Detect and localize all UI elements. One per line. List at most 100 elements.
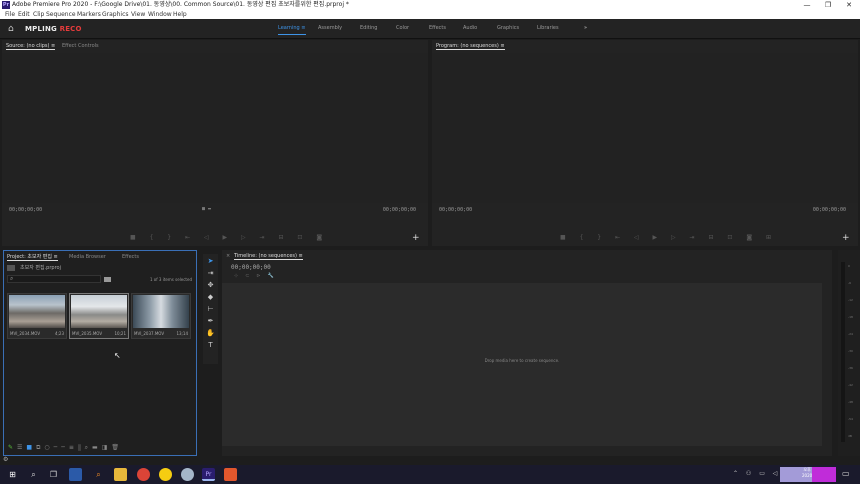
search-icon[interactable]: ⌕ <box>27 468 40 481</box>
program-monitor-panel: Program: (no sequences) ≡ 00;00;00;00 00… <box>432 40 858 246</box>
chrome-icon[interactable] <box>137 468 150 481</box>
status-bar: ⚙ <box>0 456 860 465</box>
project-item[interactable]: MVI_2037.MOV 13;14 <box>131 293 191 339</box>
project-item[interactable]: MVI_2035.MOV 10;21 <box>69 293 129 339</box>
settings-wrench-icon[interactable]: 🔧 <box>268 273 281 279</box>
tab-effects[interactable]: Effects <box>122 251 139 263</box>
selection-tool-icon[interactable]: ➤ <box>206 257 215 266</box>
yellow-app-icon[interactable] <box>159 468 172 481</box>
workspace-tab-editing[interactable]: Editing <box>360 24 377 33</box>
source-button-editor[interactable]: + <box>412 234 420 243</box>
workspace-tab-graphics[interactable]: Graphics <box>497 24 519 33</box>
slip-tool-icon[interactable]: ⊢ <box>206 305 215 314</box>
source-timecode[interactable]: 00;00;00;00 <box>9 207 42 213</box>
tab-source[interactable]: Source: (no clips) ≡ <box>6 40 56 52</box>
meter-bar <box>841 262 845 442</box>
workspace-tab-libraries[interactable]: Libraries <box>537 24 559 33</box>
workspace-tab-effects[interactable]: Effects <box>429 24 446 33</box>
new-bin-icon[interactable]: ▬ <box>92 444 102 451</box>
project-footer-tools[interactable]: ✎☰■⧉○──≡⫼⌕▬◨🗑 <box>8 444 123 452</box>
source-transport-controls[interactable]: ■ { } ⇤ ◁ ▶ ▷ ⇥ ⊟ ⊡ ◙ <box>130 234 328 241</box>
icon-view-icon[interactable]: ■ <box>26 444 36 451</box>
source-fit-dropdown[interactable]: ■ ▬ <box>202 206 211 212</box>
source-monitor-panel: Source: (no clips) ≡ Effect Controls 00;… <box>2 40 428 246</box>
window-title: Adobe Premiere Pro 2020 - F:\Google Driv… <box>12 1 349 8</box>
list-view-icon[interactable]: ☰ <box>17 444 26 451</box>
new-bin-from-search-icon[interactable] <box>104 277 111 282</box>
premiere-icon[interactable]: Pr <box>202 468 215 481</box>
linked-selection-icon[interactable]: ⊂ <box>245 273 256 279</box>
tab-program[interactable]: Program: (no sequences) ≡ <box>436 40 505 52</box>
menu-window[interactable]: Window <box>148 10 172 19</box>
orange-app-icon[interactable] <box>224 468 237 481</box>
workspace-tab-audio[interactable]: Audio <box>463 24 477 33</box>
blue-app-icon[interactable] <box>181 468 194 481</box>
workspace-tab-assembly[interactable]: Assembly <box>318 24 342 33</box>
source-duration: 00;00;00;00 <box>382 207 416 213</box>
home-icon[interactable]: ⌂ <box>8 24 18 34</box>
clip-thumbnail <box>133 295 189 328</box>
menu-clip[interactable]: Clip <box>33 10 44 19</box>
track-select-tool-icon[interactable]: ⇥ <box>206 269 215 278</box>
workspace-tab-color[interactable]: Color <box>396 24 409 33</box>
menu-file[interactable]: File <box>5 10 15 19</box>
timeline-drop-area[interactable]: Drop media here to create sequence. <box>222 283 822 446</box>
menu-edit[interactable]: Edit <box>18 10 30 19</box>
restore-icon[interactable]: ❐ <box>818 0 838 10</box>
tab-media-browser[interactable]: Media Browser <box>69 251 106 263</box>
zoom-slider[interactable]: ○── <box>44 444 68 451</box>
sort-icon[interactable]: ≡ <box>69 444 78 451</box>
search-app-icon[interactable]: ⌕ <box>92 468 105 481</box>
explorer-icon[interactable] <box>69 468 82 481</box>
find-icon[interactable]: ⌕ <box>85 444 92 451</box>
menu-sequence[interactable]: Sequence <box>46 10 76 19</box>
meter-tick-label: -6 <box>848 281 851 285</box>
program-timecode[interactable]: 00;00;00;00 <box>439 207 472 213</box>
new-item-icon[interactable]: ◨ <box>102 444 112 451</box>
timeline-tool-buttons[interactable]: ⊹⊂⊳🔧 <box>234 273 281 279</box>
menu-view[interactable]: View <box>131 10 145 19</box>
tab-project[interactable]: Project: 초보자 편집 ≡ <box>7 251 58 263</box>
add-marker-icon[interactable]: ⊳ <box>256 273 267 279</box>
program-transport-controls[interactable]: ■ { } ⇤ ◁ ▶ ▷ ⇥ ⊟ ⊡ ◙ ⊞ <box>560 234 777 241</box>
clear-icon[interactable]: 🗑 <box>111 444 123 451</box>
hand-tool-icon[interactable]: ✋ <box>206 329 215 338</box>
ripple-edit-tool-icon[interactable]: ✥ <box>206 281 215 290</box>
more-workspaces-button[interactable]: » <box>584 24 587 33</box>
program-viewer[interactable] <box>432 53 858 203</box>
close-icon[interactable]: ✕ <box>839 0 859 10</box>
windows-start-icon[interactable]: ⊞ <box>6 468 19 481</box>
system-tray[interactable]: ⌃ ⚇ ▭ ◁) <box>733 470 786 477</box>
selection-info: 1 of 3 items selected <box>149 277 192 282</box>
timeline-timecode[interactable]: 00;00;00;00 <box>231 264 271 271</box>
pen-tool-icon[interactable]: ✒ <box>206 317 215 326</box>
close-tab-icon[interactable]: × <box>226 250 230 262</box>
notification-icon[interactable]: ▭ <box>842 469 850 478</box>
clock[interactable]: 오후 2020 <box>802 467 812 479</box>
tab-effect-controls[interactable]: Effect Controls <box>62 40 99 52</box>
type-tool-icon[interactable]: T <box>206 341 215 350</box>
folder-icon[interactable] <box>114 468 127 481</box>
razor-tool-icon[interactable]: ◆ <box>206 293 215 302</box>
pencil-icon[interactable]: ✎ <box>8 444 17 451</box>
program-button-editor[interactable]: + <box>842 234 850 243</box>
menu-graphics[interactable]: Graphics <box>102 10 129 19</box>
source-viewer[interactable] <box>2 53 428 203</box>
tab-timeline[interactable]: Timeline: (no sequences) ≡ <box>234 250 303 262</box>
minimize-icon[interactable]: — <box>797 0 817 10</box>
clip-duration: 13;14 <box>176 331 188 336</box>
automate-icon[interactable]: ⫼ <box>78 444 85 451</box>
task-view-icon[interactable]: ❐ <box>47 468 60 481</box>
project-item[interactable]: MVI_2034.MOV 4;23 <box>7 293 67 339</box>
snap-icon[interactable]: ⊹ <box>234 273 245 279</box>
windows-taskbar: ⊞ ⌕ ❐ ⌕ Pr ⌃ ⚇ ▭ ◁) 오후 2020 ▭ <box>0 465 860 484</box>
clip-name: MVI_2034.MOV <box>10 331 41 336</box>
meter-tick-label: dB <box>848 434 852 438</box>
tray-app-icon[interactable] <box>812 467 836 482</box>
menu-help[interactable]: Help <box>173 10 187 19</box>
meter-tick-label: -18 <box>848 315 853 319</box>
bin-name: 초보자 편집.prproj <box>20 265 61 271</box>
menu-markers[interactable]: Markers <box>77 10 101 19</box>
project-search-input[interactable]: ⌕ <box>7 275 101 283</box>
workspace-tab-learning[interactable]: Learning ≡ <box>278 24 306 35</box>
